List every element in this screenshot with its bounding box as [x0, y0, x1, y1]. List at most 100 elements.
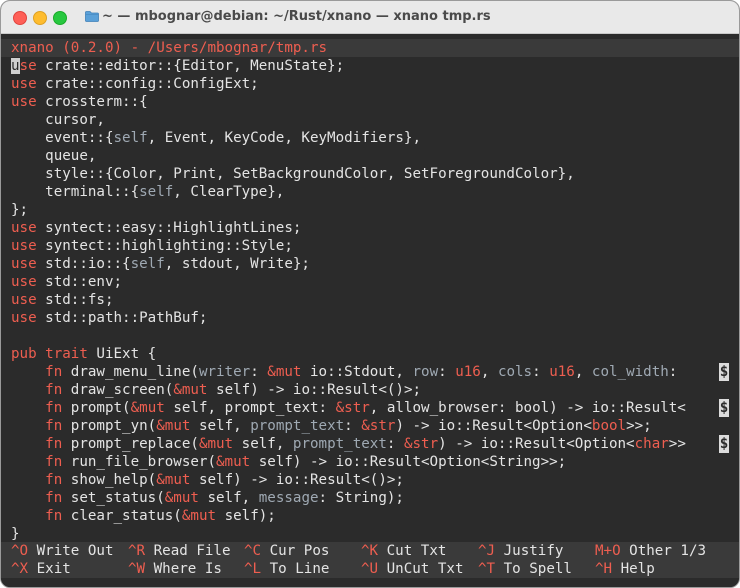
- code-line: use syntect::highlighting::Style;: [11, 237, 293, 255]
- code-token: &mut: [130, 400, 165, 416]
- code-token: &str: [403, 436, 439, 452]
- shortcut-label: Read File: [145, 543, 231, 559]
- code-token: use: [11, 238, 37, 254]
- line-overflow-marker: $: [719, 399, 729, 417]
- shortcut-key: M+O: [595, 543, 621, 559]
- code-token: terminal::{: [11, 184, 140, 200]
- shortcut-item[interactable]: ^U UnCut Txt: [361, 560, 464, 578]
- code-token: :: [532, 364, 550, 380]
- shortcut-item[interactable]: ^W Where Is: [128, 560, 222, 578]
- code-token: run_file_browser(: [62, 454, 217, 470]
- code-line: }: [11, 525, 20, 543]
- terminal-content[interactable]: xnano (0.2.0) - /Users/mbognar/tmp.rs us…: [1, 34, 739, 587]
- code-token: style::{Color, Print, SetBackgroundColor…: [11, 166, 575, 182]
- code-line: fn prompt(&mut self, prompt_text: &str, …: [11, 399, 686, 417]
- shortcut-item[interactable]: ^H Help: [595, 560, 655, 578]
- code-token: syntect::highlighting::Style;: [36, 238, 293, 254]
- code-token: cursor,: [11, 112, 105, 128]
- code-token: fn: [45, 436, 63, 452]
- shortcut-key: ^H: [595, 561, 613, 577]
- code-token: prompt_text: [292, 436, 387, 452]
- shortcut-item[interactable]: M+O Other 1/3: [595, 542, 706, 560]
- code-token: self) -> io::Result<()>;: [190, 472, 404, 488]
- zoom-window-button[interactable]: [53, 11, 67, 25]
- shortcut-key: ^W: [128, 561, 146, 577]
- shortcut-item[interactable]: ^L To Line: [244, 560, 329, 578]
- folder-icon: [85, 11, 99, 22]
- editor-header-bar: xnano (0.2.0) - /Users/mbognar/tmp.rs: [1, 39, 739, 57]
- code-token: queue,: [11, 148, 97, 164]
- editor-header: xnano (0.2.0) - /Users/mbognar/tmp.rs: [11, 40, 328, 56]
- code-token: &mut: [267, 364, 302, 380]
- code-token: ,: [574, 364, 592, 380]
- shortcut-item[interactable]: ^R Read File: [128, 542, 231, 560]
- window-title: ~ — mbognar@debian: ~/Rust/xnano — xnano…: [102, 9, 491, 24]
- shortcut-key: ^J: [478, 543, 496, 559]
- shortcut-item[interactable]: ^K Cut Txt: [361, 542, 446, 560]
- shortcut-key: ^T: [478, 561, 496, 577]
- code-line: fn run_file_browser(&mut self) -> io::Re…: [11, 453, 566, 471]
- code-token: self);: [216, 508, 276, 524]
- code-line: cursor,: [11, 111, 105, 129]
- code-token: draw_screen(: [62, 382, 174, 398]
- close-window-button[interactable]: [13, 11, 27, 25]
- code-token: &str: [335, 400, 370, 416]
- code-token: self, prompt_text:: [164, 400, 336, 416]
- code-line: queue,: [11, 147, 96, 165]
- code-token: std::fs;: [36, 292, 114, 308]
- shortcut-key: ^O: [11, 543, 29, 559]
- code-token: io::Stdout,: [301, 364, 413, 380]
- shortcut-item[interactable]: ^C Cur Pos: [244, 542, 329, 560]
- shortcut-label: Where Is: [145, 561, 222, 577]
- shortcut-key: ^C: [244, 543, 262, 559]
- code-token: self,: [233, 436, 293, 452]
- code-token: use: [11, 220, 37, 236]
- shortcut-item[interactable]: ^O Write Out: [11, 542, 114, 560]
- shortcut-key: ^K: [361, 543, 379, 559]
- code-token: ) -> io::Result<Option<: [438, 436, 635, 452]
- code-token: fn: [45, 418, 63, 434]
- code-token: &mut: [156, 472, 191, 488]
- code-line: use std::path::PathBuf;: [11, 309, 207, 327]
- code-token: use: [11, 310, 37, 326]
- code-token: u16: [455, 364, 481, 380]
- shortcut-item[interactable]: ^J Justify: [478, 542, 563, 560]
- shortcut-item[interactable]: ^T To Spell: [478, 560, 572, 578]
- code-token: :: [344, 418, 362, 434]
- code-line: terminal::{self, ClearType},: [11, 183, 284, 201]
- minimize-window-button[interactable]: [33, 11, 47, 25]
- code-line: event::{self, Event, KeyCode, KeyModifie…: [11, 129, 421, 147]
- code-token: self,: [198, 490, 259, 506]
- code-token: std::env;: [36, 274, 123, 290]
- code-token: char: [634, 436, 669, 452]
- shortcut-label: Write Out: [28, 543, 114, 559]
- code-token: std::path::PathBuf;: [36, 310, 208, 326]
- code-token: self: [113, 130, 148, 146]
- code-token: row: [412, 364, 439, 380]
- code-line: fn prompt_replace(&mut self, prompt_text…: [11, 435, 686, 453]
- shortcut-help-bar: ^O Write Out ^R Read File ^C Cur Pos ^K Cut…: [1, 542, 739, 578]
- shortcut-item[interactable]: ^X Exit: [11, 560, 71, 578]
- code-token: , allow_browser: bool) -> io::Result<: [369, 400, 686, 416]
- code-line: use std::io::{self, stdout, Write};: [11, 255, 310, 273]
- shortcut-label: UnCut Txt: [378, 561, 464, 577]
- code-line: fn show_help(&mut self) -> io::Result<()…: [11, 471, 404, 489]
- code-line: use std::fs;: [11, 291, 114, 309]
- code-token: :: [250, 364, 268, 380]
- code-line: style::{Color, Print, SetBackgroundColor…: [11, 165, 575, 183]
- code-line: fn prompt_yn(&mut self, prompt_text: &st…: [11, 417, 652, 435]
- code-token: , stdout, Write};: [164, 256, 310, 272]
- code-token: self,: [190, 418, 251, 434]
- code-token: &mut: [216, 454, 251, 470]
- code-token: cols: [497, 364, 533, 380]
- code-line: use crossterm::{: [11, 93, 148, 111]
- code-token: prompt_yn(: [62, 418, 157, 434]
- shortcut-key: ^U: [361, 561, 379, 577]
- shortcut-label: Cur Pos: [261, 543, 330, 559]
- code-token: clear_status(: [62, 508, 182, 524]
